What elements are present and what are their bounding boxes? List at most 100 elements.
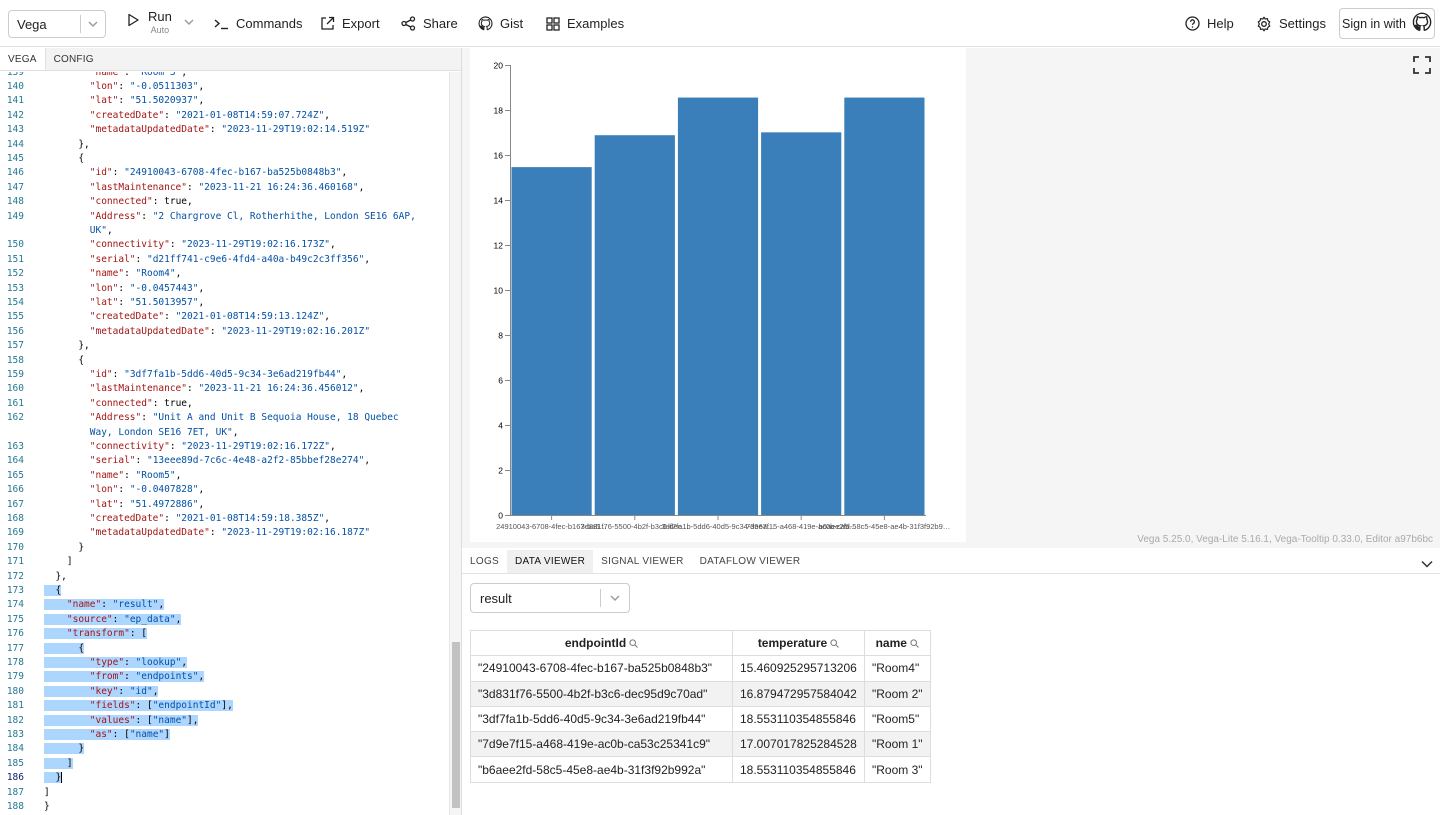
code-line[interactable]: 157 }, (0, 339, 447, 353)
code-line[interactable]: 151 "serial": "d21ff741-c9e6-4fd4-a40a-b… (0, 253, 447, 267)
sign-in-button[interactable]: Sign in with (1339, 8, 1435, 39)
tab-config[interactable]: CONFIG (46, 48, 102, 70)
tab-dataflow-viewer[interactable]: DATAFLOW VIEWER (692, 550, 809, 573)
line-number: 160 (6, 383, 24, 395)
code-line[interactable]: UK", (0, 224, 447, 238)
help-button[interactable]: Help (1185, 0, 1234, 47)
tab-signal-viewer[interactable]: SIGNAL VIEWER (593, 550, 691, 573)
search-icon[interactable] (830, 637, 840, 651)
bar[interactable] (511, 167, 592, 515)
code-line[interactable]: 165 "name": "Room5", (0, 469, 447, 483)
tab-vega[interactable]: VEGA (0, 48, 46, 70)
chevron-down-icon (601, 595, 629, 601)
column-header-temperature[interactable]: temperature (732, 629, 865, 657)
code-line[interactable]: 173 { (0, 584, 447, 598)
commands-button[interactable]: Commands (214, 0, 302, 47)
column-header-endpointid[interactable]: endpointId (470, 629, 733, 657)
code-line[interactable]: 177 { (0, 642, 447, 656)
bar[interactable] (844, 97, 925, 515)
tab-logs[interactable]: LOGS (462, 550, 507, 573)
code-line[interactable]: Way, London SE16 7ET, UK", (0, 426, 447, 440)
line-number: 139 (6, 72, 24, 78)
line-number: 158 (6, 354, 24, 366)
code-line[interactable]: 188} (0, 800, 447, 814)
code-line[interactable]: 142 "createdDate": "2021-01-08T14:59:07.… (0, 109, 447, 123)
mode-select[interactable]: Vega (8, 10, 106, 38)
code-line[interactable]: 168 "createdDate": "2021-01-08T14:59:18.… (0, 512, 447, 526)
code-line[interactable]: 187] (0, 786, 447, 800)
code-line[interactable]: 154 "lat": "51.5013957", (0, 296, 447, 310)
code-line[interactable]: 171 ] (0, 555, 447, 569)
code-line[interactable]: 182 "values": ["name"], (0, 714, 447, 728)
code-line[interactable]: 184 } (0, 742, 447, 756)
code-line[interactable]: 169 "metadataUpdatedDate": "2023-11-29T1… (0, 526, 447, 540)
code-line[interactable]: 159 "id": "3df7fa1b-5dd6-40d5-9c34-3e6ad… (0, 368, 447, 382)
line-number: 141 (6, 95, 24, 107)
code-line[interactable]: 156 "metadataUpdatedDate": "2023-11-29T1… (0, 325, 447, 339)
code-line[interactable]: 141 "lat": "51.5020937", (0, 94, 447, 108)
code-line[interactable]: 140 "lon": "-0.0511303", (0, 80, 447, 94)
line-number: 172 (6, 570, 24, 582)
code-line[interactable]: 145 { (0, 152, 447, 166)
export-label: Export (342, 16, 380, 31)
editor-scrollbar[interactable] (449, 72, 461, 815)
line-number: 154 (6, 296, 24, 308)
line-number: 146 (6, 167, 24, 179)
code-line[interactable]: 160 "lastMaintenance": "2023-11-21 16:24… (0, 382, 447, 396)
search-icon[interactable] (629, 637, 639, 651)
line-number: 150 (6, 239, 24, 251)
code-line[interactable]: 147 "lastMaintenance": "2023-11-21 16:24… (0, 181, 447, 195)
run-button[interactable]: Run Auto (126, 10, 194, 35)
code-line[interactable]: 152 "name": "Room4", (0, 267, 447, 281)
code-line[interactable]: 175 "source": "ep_data", (0, 613, 447, 627)
code-area[interactable]: 139 "name": "Room 3", 140 "lon": "-0.0511… (0, 72, 447, 815)
bar[interactable] (761, 132, 842, 515)
code-line[interactable]: 161 "connected": true, (0, 397, 447, 411)
bar[interactable] (594, 135, 675, 515)
code-line[interactable]: 155 "createdDate": "2021-01-08T14:59:13.… (0, 310, 447, 324)
code-line[interactable]: 181 "fields": ["endpointId"], (0, 699, 447, 713)
dataset-select[interactable]: result (470, 583, 630, 613)
code-line[interactable]: 170 } (0, 541, 447, 555)
code-line[interactable]: 144 }, (0, 138, 447, 152)
code-line[interactable]: 164 "serial": "13eee89d-7c6c-4e48-a2f2-8… (0, 454, 447, 468)
gist-button[interactable]: Gist (478, 0, 523, 47)
code-line[interactable]: 176 "transform": [ (0, 627, 447, 641)
code-line[interactable]: 150 "connectivity": "2023-11-29T19:02:16… (0, 238, 447, 252)
line-number: 180 (6, 685, 24, 697)
collapse-pane-icon[interactable] (1420, 556, 1434, 574)
examples-button[interactable]: Examples (546, 0, 624, 47)
code-line[interactable]: 139 "name": "Room 3", (0, 72, 447, 80)
share-button[interactable]: Share (401, 0, 458, 47)
bar[interactable] (677, 97, 759, 515)
tab-data-viewer[interactable]: DATA VIEWER (507, 550, 594, 573)
code-line[interactable]: 143 "metadataUpdatedDate": "2023-11-29T1… (0, 123, 447, 137)
code-text: "transform": [ (44, 627, 147, 641)
code-line[interactable]: 146 "id": "24910043-6708-4fec-b167-ba525… (0, 166, 447, 180)
settings-button[interactable]: Settings (1256, 0, 1326, 47)
code-line[interactable]: 179 "from": "endpoints", (0, 670, 447, 684)
code-line[interactable]: 167 "lat": "51.4972886", (0, 498, 447, 512)
code-line[interactable]: 172 }, (0, 570, 447, 584)
code-line[interactable]: 149 "Address": "2 Chargrove Cl, Rotherhi… (0, 210, 447, 224)
code-line[interactable]: 174 "name": "result", (0, 598, 447, 612)
code-line[interactable]: 158 { (0, 354, 447, 368)
line-number: 175 (6, 613, 24, 625)
code-line[interactable]: 162 "Address": "Unit A and Unit B Sequoi… (0, 411, 447, 425)
code-line[interactable]: 166 "lon": "-0.0407828", (0, 483, 447, 497)
code-line[interactable]: 186 } (0, 771, 447, 785)
chevron-down-icon[interactable] (184, 12, 194, 30)
code-line[interactable]: 183 "as": ["name"] (0, 728, 447, 742)
code-line[interactable]: 163 "connectivity": "2023-11-29T19:02:16… (0, 440, 447, 454)
column-header-name[interactable]: name (864, 629, 931, 657)
code-line[interactable]: 180 "key": "id", (0, 685, 447, 699)
code-text: "connectivity": "2023-11-29T19:02:16.172… (89, 440, 336, 452)
search-icon[interactable] (910, 637, 919, 651)
code-line[interactable]: 153 "lon": "-0.0457443", (0, 282, 447, 296)
code-line[interactable]: 148 "connected": true, (0, 195, 447, 209)
code-line[interactable]: 178 "type": "lookup", (0, 656, 447, 670)
editor-scrollbar-thumb[interactable] (452, 642, 460, 808)
export-button[interactable]: Export (320, 0, 380, 47)
code-line[interactable]: 185 ] (0, 757, 447, 771)
fullscreen-icon[interactable] (1412, 55, 1432, 80)
